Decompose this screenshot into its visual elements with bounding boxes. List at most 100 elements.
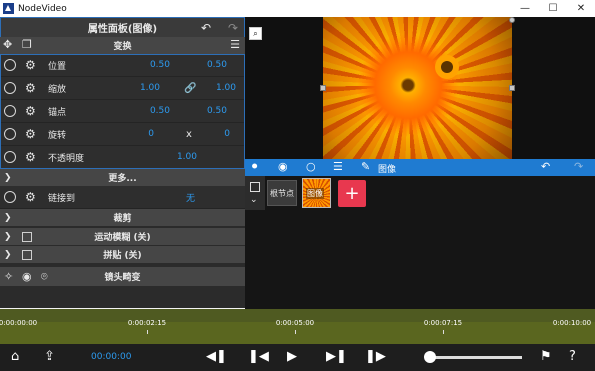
undo-icon[interactable]: ↶ — [201, 21, 211, 35]
link-icon[interactable]: 🔗 — [184, 83, 196, 94]
export-icon[interactable]: ⇪ — [44, 349, 55, 364]
motion-blur-checkbox[interactable] — [22, 231, 32, 242]
step-back-icon[interactable]: ❚◀ — [248, 349, 269, 364]
timeline-tick-label: 0:00:07:15 — [423, 319, 463, 327]
keyframe-icon[interactable] — [4, 105, 16, 117]
play-icon[interactable]: ▶ — [287, 349, 297, 364]
panel-header: 属性面板(图像) ↶ ↷ — [0, 17, 245, 37]
gear-icon[interactable]: ⚙ — [25, 191, 36, 203]
panel-title: 属性面板(图像) — [87, 24, 158, 35]
undo-icon[interactable]: ↶ — [541, 160, 550, 173]
magic-wand-icon[interactable]: ✧ — [4, 270, 13, 283]
next-keyframe-icon[interactable]: ❚▶ — [365, 349, 386, 364]
prop-row-link: ⚙ 链接到 无 — [0, 186, 245, 209]
prop-value-y[interactable]: 0.50 — [187, 106, 227, 116]
prop-value-x[interactable]: 1.00 — [120, 83, 160, 93]
tile-section-header[interactable]: ❯ 拼贴 (关) — [0, 246, 245, 263]
pencil-icon[interactable]: ✎ — [361, 160, 370, 173]
prop-row-scale: ⚙ 缩放 1.00 🔗 1.00 — [0, 77, 245, 100]
timeline-tick-label: 0:00:02:15 — [127, 319, 167, 327]
rotation-handle[interactable] — [509, 17, 515, 23]
prop-label: 缩放 — [48, 84, 67, 95]
redo-icon[interactable]: ↷ — [574, 160, 583, 173]
node-tree-icon[interactable]: ⚫ — [250, 160, 259, 173]
gear-icon[interactable]: ⚙ — [25, 151, 36, 163]
prop-row-anchor: ⚙ 锚点 0.50 0.50 — [0, 100, 245, 123]
transform-handle[interactable] — [509, 85, 515, 91]
keyframe-icon[interactable] — [4, 151, 16, 163]
keyframe-icon[interactable] — [4, 191, 16, 203]
chevron-down-icon: ❯ — [4, 231, 12, 242]
magnifier-icon[interactable]: ⌕ — [249, 27, 262, 40]
list-icon[interactable] — [250, 182, 260, 192]
crop-section-header[interactable]: ❯ 裁剪 — [0, 209, 245, 226]
keyframe-icon[interactable] — [4, 59, 16, 71]
prev-keyframe-icon[interactable]: ◀❚ — [206, 349, 227, 364]
menu-icon[interactable]: ☰ — [230, 38, 240, 51]
window-titlebar: NodeVideo — ☐ ✕ — [0, 0, 595, 17]
prop-value-y[interactable]: 1.00 — [196, 83, 236, 93]
add-node-button[interactable]: + — [338, 180, 366, 207]
prop-label: 链接到 — [48, 193, 76, 204]
eye-icon[interactable]: ◉ — [22, 270, 32, 283]
adjust-icon[interactable]: ⌾ — [41, 270, 48, 284]
motion-blur-section-header[interactable]: ❯ 运动模糊 (关) — [0, 228, 245, 245]
gear-icon[interactable]: ⚙ — [25, 128, 36, 140]
prop-value-y[interactable]: 0 — [190, 129, 230, 139]
prop-value[interactable]: 1.00 — [157, 152, 197, 162]
transform-section-header[interactable]: ✥ ❐ 变换 ☰ — [0, 37, 245, 54]
node-name-label: 图像 — [378, 165, 397, 175]
chevron-down-icon[interactable]: ⌄ — [250, 195, 258, 205]
home-icon[interactable]: ⌂ — [11, 349, 19, 364]
maximize-button[interactable]: ☐ — [539, 0, 567, 17]
minimize-button[interactable]: — — [511, 0, 539, 17]
timeline-tick-label: 0:00:10:00 — [552, 319, 592, 327]
eye-icon[interactable]: ◉ — [278, 160, 288, 173]
tile-checkbox[interactable] — [22, 249, 32, 260]
timeline-tick-mark — [295, 330, 296, 334]
more-row[interactable]: ❯ 更多... — [0, 169, 245, 186]
crop-label: 裁剪 — [113, 214, 132, 224]
prop-row-position: ⚙ 位置 0.50 0.50 — [0, 54, 245, 77]
copy-icon[interactable]: ❐ — [22, 38, 32, 51]
chevron-down-icon: ❯ — [4, 249, 12, 260]
move-icon[interactable]: ✥ — [3, 38, 12, 51]
lens-distortion-label: 镜头畸变 — [104, 273, 141, 283]
menu-icon[interactable]: ☰ — [333, 160, 343, 173]
prop-label: 位置 — [48, 61, 67, 72]
gear-icon[interactable]: ⚙ — [25, 105, 36, 117]
timeline-tick-mark — [147, 330, 148, 334]
redo-icon[interactable]: ↷ — [228, 21, 238, 35]
prop-label: 不透明度 — [48, 153, 85, 164]
timeline[interactable]: 0:00:00:00 0:00:02:15 0:00:05:00 0:00:07… — [0, 309, 595, 344]
gear-icon[interactable]: ⚙ — [25, 59, 36, 71]
root-node[interactable]: 根节点 — [267, 180, 297, 206]
playback-bar: ⌂ ⇪ 00:00:00 ◀❚ ❚◀ ▶ ▶❚ ❚▶ ⚑ ? — [0, 344, 595, 371]
help-icon[interactable]: ? — [569, 349, 576, 364]
circle-icon[interactable]: ○ — [306, 160, 316, 173]
prop-value-y[interactable]: 0.50 — [187, 60, 227, 70]
image-node[interactable]: 图像 — [302, 178, 331, 208]
image-node-label: 图像 — [306, 188, 324, 199]
playback-slider-handle[interactable] — [424, 351, 436, 363]
keyframe-icon[interactable] — [4, 128, 16, 140]
prop-value-x[interactable]: 0.50 — [130, 60, 170, 70]
app-logo-icon — [3, 3, 14, 14]
prop-value-x[interactable]: 0.50 — [130, 106, 170, 116]
close-button[interactable]: ✕ — [567, 0, 595, 17]
playback-slider[interactable] — [430, 356, 522, 359]
keyframe-icon[interactable] — [4, 82, 16, 94]
timeline-tick-label: 0:00:05:00 — [275, 319, 315, 327]
prop-value-x[interactable]: 0 — [114, 129, 154, 139]
lens-distortion-section-header[interactable]: ✧ ◉ ⌾ 镜头畸变 — [0, 267, 245, 286]
preview-image — [323, 17, 512, 159]
bookmark-icon[interactable]: ⚑ — [540, 349, 552, 364]
preview-viewer[interactable]: ⌕ — [245, 17, 595, 159]
prop-row-opacity: ⚙ 不透明度 1.00 — [0, 146, 245, 169]
step-forward-icon[interactable]: ▶❚ — [326, 349, 347, 364]
current-time: 00:00:00 — [91, 352, 132, 362]
transform-handle[interactable] — [320, 85, 326, 91]
link-value[interactable]: 无 — [155, 191, 195, 204]
gear-icon[interactable]: ⚙ — [25, 82, 36, 94]
node-toolbar: ⚫ ◉ ○ ☰ ✎ 图像 ↶ ↷ — [245, 159, 595, 176]
